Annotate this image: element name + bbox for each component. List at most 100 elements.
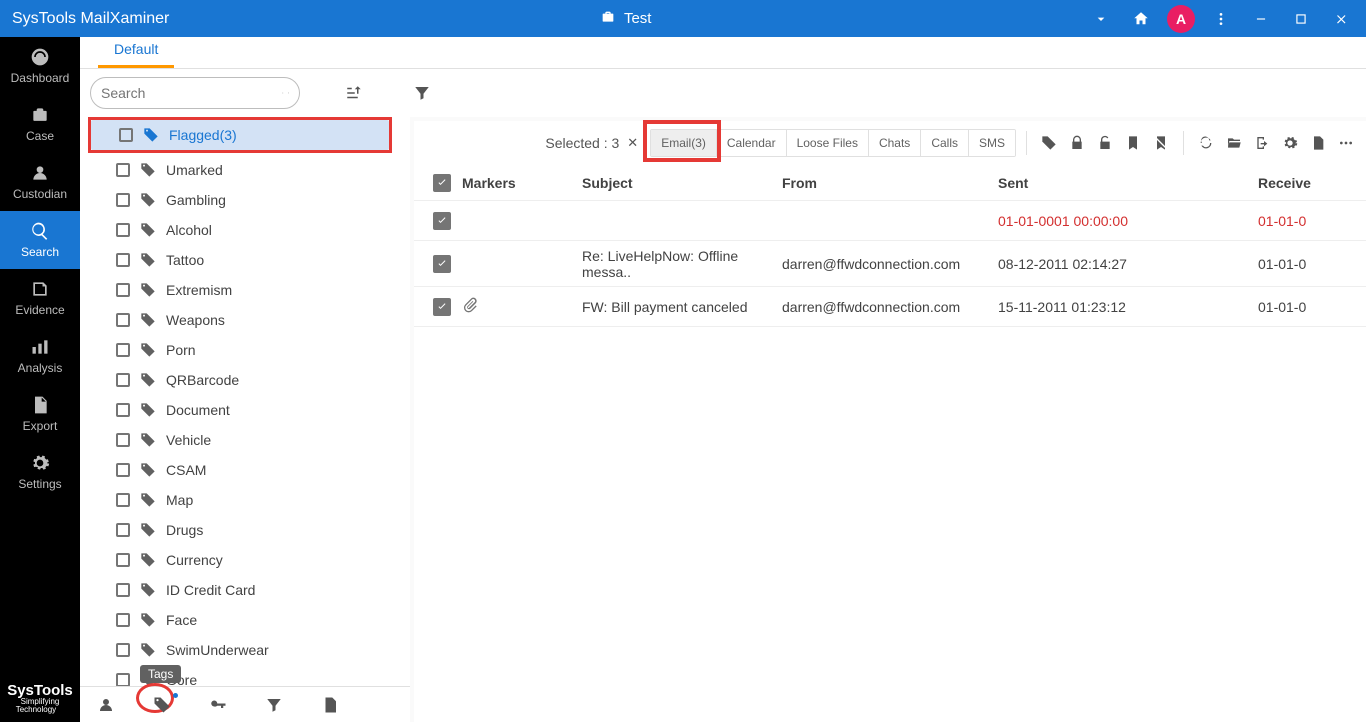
col-sent[interactable]: Sent xyxy=(998,175,1258,191)
tag-checkbox[interactable] xyxy=(116,643,130,657)
bookmark-icon[interactable] xyxy=(1121,131,1145,155)
tag-checkbox[interactable] xyxy=(116,463,130,477)
tag-item-tattoo[interactable]: Tattoo xyxy=(88,245,392,275)
tag-icon xyxy=(140,162,156,178)
tag-item-extremism[interactable]: Extremism xyxy=(88,275,392,305)
tag-checkbox[interactable] xyxy=(116,193,130,207)
search-input[interactable] xyxy=(101,85,282,101)
tab-default[interactable]: Default xyxy=(98,33,174,68)
lock-icon[interactable] xyxy=(1065,131,1089,155)
save-file-icon[interactable] xyxy=(1306,131,1330,155)
row-checkbox[interactable] xyxy=(433,212,451,230)
tag-checkbox[interactable] xyxy=(116,493,130,507)
tag-checkbox[interactable] xyxy=(116,403,130,417)
folder-open-icon[interactable] xyxy=(1222,131,1246,155)
gear-icon[interactable] xyxy=(288,86,290,100)
tag-item-qrbarcode[interactable]: QRBarcode xyxy=(88,365,392,395)
tag-item-alcohol[interactable]: Alcohol xyxy=(88,215,392,245)
tag-checkbox[interactable] xyxy=(116,223,130,237)
nav-case[interactable]: Case xyxy=(0,95,80,153)
tag-checkbox[interactable] xyxy=(116,253,130,267)
more-icon[interactable] xyxy=(1202,0,1240,37)
nav-export[interactable]: Export xyxy=(0,385,80,443)
tag-icon xyxy=(140,522,156,538)
tag-checkbox[interactable] xyxy=(116,553,130,567)
col-subject[interactable]: Subject xyxy=(582,175,782,191)
select-all-checkbox[interactable] xyxy=(433,174,451,192)
person-icon[interactable] xyxy=(92,691,120,719)
funnel-bottom-icon[interactable] xyxy=(260,691,288,719)
tag-checkbox[interactable] xyxy=(116,313,130,327)
tag-item-umarked[interactable]: Umarked xyxy=(88,155,392,185)
tags-icon[interactable] xyxy=(148,691,176,719)
settings-icon[interactable] xyxy=(1278,131,1302,155)
tag-checkbox[interactable] xyxy=(116,613,130,627)
close-icon[interactable] xyxy=(1322,0,1360,37)
tag-icon xyxy=(140,192,156,208)
tag-checkbox[interactable] xyxy=(116,163,130,177)
nav-search[interactable]: Search xyxy=(0,211,80,269)
tag-checkbox[interactable] xyxy=(116,283,130,297)
category-tab-calendar[interactable]: Calendar xyxy=(717,130,787,156)
key-icon[interactable] xyxy=(204,691,232,719)
row-from: darren@ffwdconnection.com xyxy=(782,299,998,315)
tag-item-currency[interactable]: Currency xyxy=(88,545,392,575)
tag-item-document[interactable]: Document xyxy=(88,395,392,425)
tag-checkbox[interactable] xyxy=(116,673,130,686)
nav-evidence[interactable]: Evidence xyxy=(0,269,80,327)
tag-item-weapons[interactable]: Weapons xyxy=(88,305,392,335)
tag-label: Weapons xyxy=(166,312,225,328)
deselect-button[interactable]: ✕ xyxy=(627,135,638,151)
tag-checkbox[interactable] xyxy=(116,373,130,387)
refresh-icon[interactable] xyxy=(1194,131,1218,155)
col-markers[interactable]: Markers xyxy=(462,175,582,191)
tag-item-csam[interactable]: CSAM xyxy=(88,455,392,485)
home-icon[interactable] xyxy=(1122,0,1160,37)
category-tab-email[interactable]: Email(3) xyxy=(651,130,717,156)
tag-checkbox[interactable] xyxy=(116,523,130,537)
funnel-icon[interactable] xyxy=(408,79,436,107)
bookmark-off-icon[interactable] xyxy=(1149,131,1173,155)
table-row[interactable]: Re: LiveHelpNow: Offline messa.. darren@… xyxy=(414,241,1366,287)
tag-checkbox[interactable] xyxy=(116,433,130,447)
table-row[interactable]: 01-01-0001 00:00:00 01-01-0 xyxy=(414,201,1366,241)
tag-item-swimunderwear[interactable]: SwimUnderwear xyxy=(88,635,392,665)
tag-item-flagged3[interactable]: Flagged(3) xyxy=(91,120,389,150)
category-tab-chats[interactable]: Chats xyxy=(869,130,921,156)
dropdown-arrow-icon[interactable] xyxy=(1082,0,1120,37)
maximize-icon[interactable] xyxy=(1282,0,1320,37)
tag-item-gambling[interactable]: Gambling xyxy=(88,185,392,215)
table-row[interactable]: FW: Bill payment canceled darren@ffwdcon… xyxy=(414,287,1366,327)
tag-item-vehicle[interactable]: Vehicle xyxy=(88,425,392,455)
minimize-icon[interactable] xyxy=(1242,0,1280,37)
tree-sort-icon[interactable] xyxy=(340,79,368,107)
nav-analysis[interactable]: Analysis xyxy=(0,327,80,385)
tag-checkbox[interactable] xyxy=(116,343,130,357)
tag-checkbox[interactable] xyxy=(116,583,130,597)
col-recv[interactable]: Receive xyxy=(1258,175,1358,191)
category-tab-loosefiles[interactable]: Loose Files xyxy=(787,130,869,156)
tag-item-gore[interactable]: Gore xyxy=(88,665,392,686)
tag-item-map[interactable]: Map xyxy=(88,485,392,515)
col-from[interactable]: From xyxy=(782,175,998,191)
more-horiz-icon[interactable] xyxy=(1334,131,1358,155)
tag-item-face[interactable]: Face xyxy=(88,605,392,635)
tag-action-icon[interactable] xyxy=(1037,131,1061,155)
search-box[interactable] xyxy=(90,77,300,109)
category-tab-sms[interactable]: SMS xyxy=(969,130,1015,156)
row-checkbox[interactable] xyxy=(433,255,451,273)
tag-item-porn[interactable]: Porn xyxy=(88,335,392,365)
nav-dashboard[interactable]: Dashboard xyxy=(0,37,80,95)
tag-item-idcreditcard[interactable]: ID Credit Card xyxy=(88,575,392,605)
category-tabs: Email(3)CalendarLoose FilesChatsCallsSMS xyxy=(650,129,1016,157)
nav-custodian[interactable]: Custodian xyxy=(0,153,80,211)
tag-item-drugs[interactable]: Drugs xyxy=(88,515,392,545)
tag-checkbox[interactable] xyxy=(119,128,133,142)
category-tab-calls[interactable]: Calls xyxy=(921,130,969,156)
avatar[interactable]: A xyxy=(1162,0,1200,37)
file-bottom-icon[interactable] xyxy=(316,691,344,719)
unlock-icon[interactable] xyxy=(1093,131,1117,155)
row-checkbox[interactable] xyxy=(433,298,451,316)
export-icon[interactable] xyxy=(1250,131,1274,155)
nav-settings[interactable]: Settings xyxy=(0,443,80,501)
